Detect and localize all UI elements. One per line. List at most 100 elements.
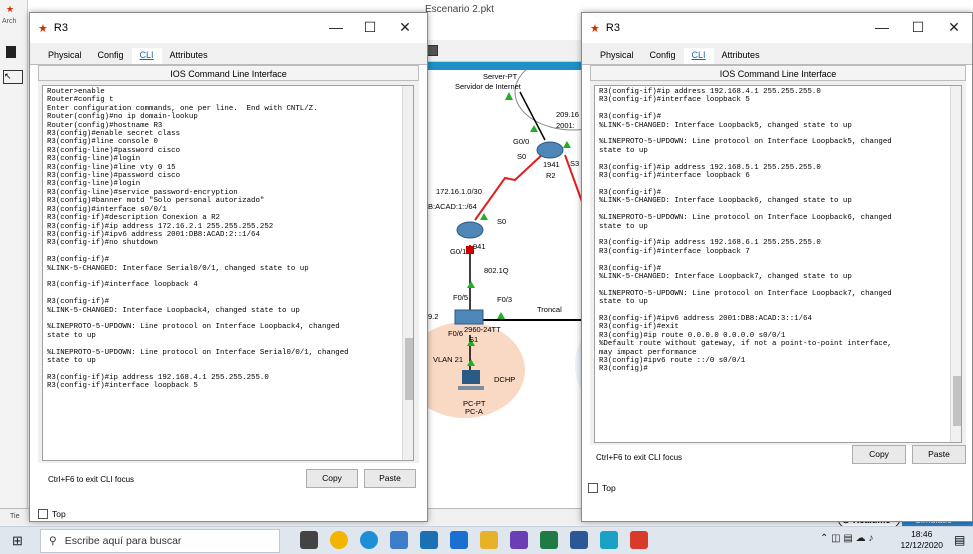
focus-hint: Ctrl+F6 to exit CLI focus: [48, 475, 135, 484]
link-led: [563, 141, 571, 148]
tab-attributes[interactable]: Attributes: [714, 48, 768, 64]
port-label: F0/3: [497, 295, 513, 304]
top-checkbox[interactable]: Top: [38, 509, 66, 519]
link-led: [497, 312, 505, 319]
r3-window-right: ★ R3 — ☐ ✕ Physical Config CLI Attribute…: [581, 12, 973, 522]
cli-terminal[interactable]: R3(config-if)#ip address 192.168.4.1 255…: [594, 85, 962, 443]
tab-config[interactable]: Config: [642, 48, 684, 64]
checkbox-icon[interactable]: [38, 509, 48, 519]
menu-fragment[interactable]: Arch: [2, 18, 16, 25]
top-label: Top: [52, 509, 66, 519]
top-checkbox[interactable]: Top: [588, 483, 616, 493]
cli-panel: IOS Command Line Interface R3(config-if)…: [590, 65, 966, 445]
title-bar[interactable]: ★ R3 — ☐ ✕: [582, 13, 972, 43]
new-file-icon[interactable]: [6, 46, 16, 58]
tab-cli[interactable]: CLI: [131, 48, 162, 64]
minimize-icon[interactable]: —: [318, 19, 354, 35]
paste-button[interactable]: Paste: [912, 445, 966, 464]
cli-panel: IOS Command Line Interface Router>enable…: [38, 65, 419, 463]
router-model-label: 1941: [543, 160, 560, 169]
port-label: S0: [497, 217, 507, 226]
scroll-thumb[interactable]: [953, 376, 961, 426]
close-icon[interactable]: ✕: [936, 19, 972, 36]
minimize-icon[interactable]: —: [864, 19, 900, 35]
port-label: F0/5: [453, 293, 469, 302]
port-label: S3: [570, 159, 580, 168]
serial-link-r2-r1: [474, 151, 546, 221]
cli-header: IOS Command Line Interface: [38, 65, 419, 81]
link-led: [467, 281, 475, 288]
pc-a-icon[interactable]: [462, 370, 480, 384]
tab-physical[interactable]: Physical: [592, 48, 642, 64]
vlan-label: VLAN 21: [433, 355, 464, 364]
router-r1-icon[interactable]: [456, 221, 484, 239]
copy-button[interactable]: Copy: [306, 469, 358, 488]
title-bar[interactable]: ★ R3 — ☐ ✕: [30, 13, 427, 43]
close-icon[interactable]: ✕: [387, 19, 423, 36]
maximize-icon[interactable]: ☐: [352, 19, 388, 36]
cli-scrollbar[interactable]: [950, 86, 961, 442]
pc-a-base-icon: [458, 386, 484, 390]
taskbar-search[interactable]: ⚲ Escribe aquí para buscar: [40, 529, 280, 553]
switch-name-label: S1: [469, 335, 479, 344]
dhcp-label: DCHP: [494, 375, 516, 384]
time-label: Tie: [10, 513, 20, 520]
tab-cli[interactable]: CLI: [683, 48, 714, 64]
windows-start-icon[interactable]: ⊞: [12, 533, 23, 549]
workspace-bar: [425, 62, 595, 70]
task-view-icon[interactable]: [300, 531, 318, 549]
cli-terminal[interactable]: Router>enable Router#config t Enter conf…: [42, 85, 414, 461]
tab-physical[interactable]: Physical: [40, 48, 90, 64]
cli-scrollbar[interactable]: [402, 86, 413, 460]
app-icon[interactable]: [390, 531, 408, 549]
chrome-icon[interactable]: [330, 531, 348, 549]
word-icon[interactable]: [570, 531, 588, 549]
tab-config[interactable]: Config: [90, 48, 132, 64]
maximize-icon[interactable]: ☐: [900, 19, 936, 36]
background-title: Escenario 2.pkt: [425, 0, 595, 40]
scroll-thumb[interactable]: [405, 338, 413, 400]
mail-icon[interactable]: [450, 531, 468, 549]
topology-canvas: [425, 70, 595, 418]
file-title: Escenario 2.pkt: [425, 4, 494, 15]
link-led: [530, 125, 538, 132]
pc-name-label: PC-A: [465, 407, 483, 416]
tab-attributes[interactable]: Attributes: [162, 48, 216, 64]
visual-studio-icon[interactable]: [510, 531, 528, 549]
router-name-label: R2: [546, 171, 556, 180]
link-led: [480, 213, 488, 220]
copy-button[interactable]: Copy: [852, 445, 906, 464]
window-title: R3: [53, 22, 68, 34]
toolbar-icon[interactable]: [427, 45, 438, 56]
clock-date: 12/12/2020: [900, 540, 943, 550]
excel-icon[interactable]: [540, 531, 558, 549]
port-label: F0/6: [448, 329, 464, 338]
background-toolbar: [425, 40, 595, 62]
ip-label: 9.2: [428, 312, 439, 321]
packet-tracer-icon[interactable]: [600, 531, 618, 549]
acrobat-icon[interactable]: [630, 531, 648, 549]
checkbox-icon[interactable]: [588, 483, 598, 493]
router-icon: ★: [590, 22, 600, 35]
link-led: [505, 92, 513, 100]
select-tool-icon[interactable]: ↖: [3, 70, 23, 84]
store-icon[interactable]: [420, 531, 438, 549]
edge-icon[interactable]: [360, 531, 378, 549]
router-r2-icon[interactable]: [536, 141, 564, 159]
port-label: G0/0: [513, 137, 530, 146]
file-explorer-icon[interactable]: [480, 531, 498, 549]
router-icon: ★: [38, 22, 48, 35]
taskbar-clock[interactable]: 18:46 12/12/2020: [900, 529, 943, 551]
focus-hint: Ctrl+F6 to exit CLI focus: [596, 453, 683, 462]
clock-time: 18:46: [911, 529, 933, 539]
network-label: 172.16.1.0/30: [436, 187, 482, 196]
paste-button[interactable]: Paste: [364, 469, 416, 488]
ipv6-label: 2001:: [556, 121, 575, 130]
notification-icon[interactable]: ▤: [954, 533, 965, 547]
search-placeholder: Escribe aquí para buscar: [64, 535, 182, 547]
tab-bar: Physical Config CLI Attributes: [582, 43, 972, 65]
encapsulation-label: 802.1Q: [484, 266, 509, 275]
trunk-label: Troncal: [537, 305, 562, 314]
switch-s1-icon[interactable]: [454, 309, 484, 325]
system-tray-icons[interactable]: ⌃ ◫ ▤ ☁ ♪: [820, 533, 873, 544]
